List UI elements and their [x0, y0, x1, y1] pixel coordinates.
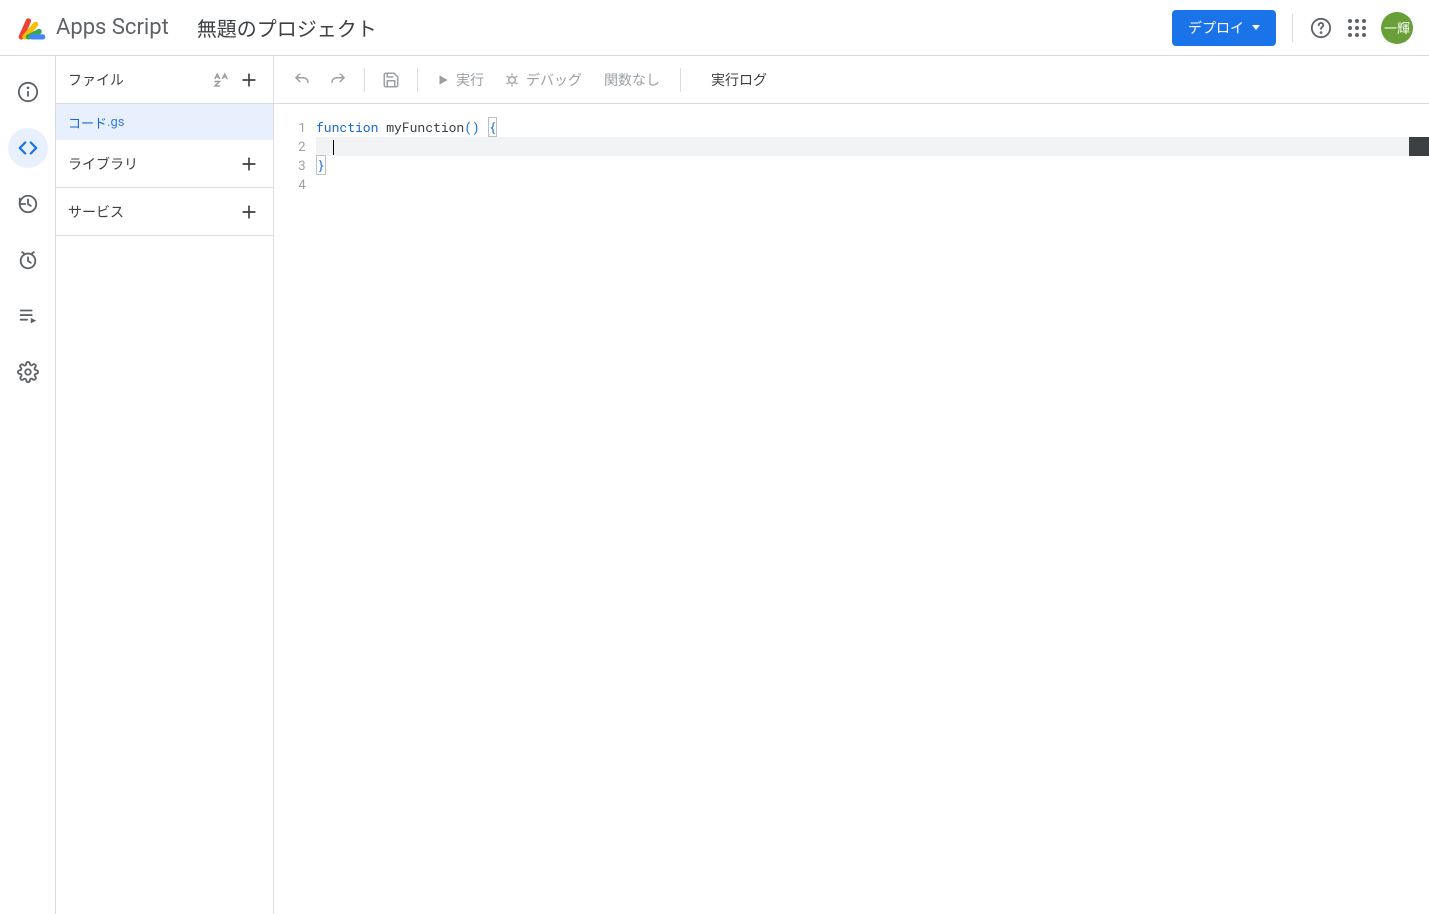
clock-icon	[17, 249, 39, 271]
divider	[364, 68, 365, 92]
files-label: ファイル	[68, 70, 124, 90]
save-icon	[382, 71, 400, 89]
run-label: 実行	[456, 70, 484, 90]
plus-icon	[239, 154, 259, 174]
divider	[680, 68, 681, 92]
debug-label: デバッグ	[526, 70, 582, 90]
files-section-header: ファイル	[56, 56, 273, 104]
project-title[interactable]: 無題のプロジェクト	[197, 13, 377, 42]
play-icon	[436, 73, 450, 87]
apps-script-logo-icon	[16, 12, 48, 44]
line-number: 1	[274, 118, 306, 137]
code-area[interactable]: function myFunction() { }	[316, 118, 1429, 914]
divider	[417, 68, 418, 92]
text-cursor	[333, 140, 334, 155]
history-icon	[17, 193, 39, 215]
code-editor[interactable]: 1 2 3 4 function myFunction() { }	[274, 104, 1429, 914]
info-icon	[17, 81, 39, 103]
library-label: ライブラリ	[68, 154, 138, 174]
editor-toolbar: 実行 デバッグ 関数なし 実行ログ	[274, 56, 1429, 104]
chevron-down-icon	[1252, 25, 1260, 30]
code-line[interactable]: }	[316, 156, 1429, 175]
file-item[interactable]: コード.gs	[56, 104, 273, 140]
app-header: Apps Script 無題のプロジェクト デプロイ 一輝	[0, 0, 1429, 56]
product-logo[interactable]: Apps Script	[16, 12, 169, 44]
redo-button[interactable]	[322, 64, 354, 96]
file-name: コード	[68, 113, 107, 132]
playlist-icon	[17, 305, 39, 327]
plus-icon	[239, 202, 259, 222]
library-section-header: ライブラリ	[56, 140, 273, 188]
file-ext: .gs	[107, 115, 124, 130]
save-button[interactable]	[375, 64, 407, 96]
divider	[1292, 14, 1293, 42]
nav-rail	[0, 56, 56, 914]
nav-history[interactable]	[8, 184, 48, 224]
redo-icon	[329, 71, 347, 89]
google-apps-button[interactable]	[1345, 16, 1369, 40]
product-name: Apps Script	[56, 15, 169, 40]
deploy-button-label: デプロイ	[1188, 18, 1244, 38]
services-section-header: サービス	[56, 188, 273, 236]
debug-icon	[504, 72, 520, 88]
services-label: サービス	[68, 202, 124, 222]
undo-button[interactable]	[286, 64, 318, 96]
line-gutter: 1 2 3 4	[274, 118, 316, 914]
function-dropdown-label: 関数なし	[604, 73, 660, 89]
nav-settings[interactable]	[8, 352, 48, 392]
exec-log-button[interactable]: 実行ログ	[699, 66, 779, 94]
deploy-button[interactable]: デプロイ	[1172, 10, 1276, 46]
nav-overview[interactable]	[8, 72, 48, 112]
add-service-button[interactable]	[237, 200, 261, 224]
nav-editor[interactable]	[8, 128, 48, 168]
code-line[interactable]	[316, 175, 1429, 194]
add-library-button[interactable]	[237, 152, 261, 176]
exec-log-label: 実行ログ	[711, 73, 767, 89]
line-number: 4	[274, 175, 306, 194]
run-button[interactable]: 実行	[428, 66, 492, 94]
nav-executions[interactable]	[8, 296, 48, 336]
account-avatar[interactable]: 一輝	[1381, 12, 1413, 44]
line-number: 2	[274, 137, 306, 156]
debug-button[interactable]: デバッグ	[496, 66, 590, 94]
main-area: 実行 デバッグ 関数なし 実行ログ 1 2 3 4 function myFu	[274, 56, 1429, 914]
undo-icon	[293, 71, 311, 89]
avatar-text: 一輝	[1384, 18, 1410, 37]
help-button[interactable]	[1309, 16, 1333, 40]
line-number: 3	[274, 156, 306, 175]
gear-icon	[17, 361, 39, 383]
plus-icon	[239, 70, 259, 90]
function-dropdown[interactable]: 関数なし	[594, 66, 670, 94]
sort-files-button[interactable]	[209, 68, 233, 92]
sidebar: ファイル コード.gs ライブラリ サービス	[56, 56, 274, 914]
add-file-button[interactable]	[237, 68, 261, 92]
apps-grid-icon	[1348, 19, 1366, 37]
sort-az-icon	[212, 71, 230, 89]
code-line[interactable]: function myFunction() {	[316, 118, 1429, 137]
nav-triggers[interactable]	[8, 240, 48, 280]
help-icon	[1310, 17, 1332, 39]
code-line[interactable]	[316, 137, 1429, 156]
code-icon	[17, 137, 39, 159]
